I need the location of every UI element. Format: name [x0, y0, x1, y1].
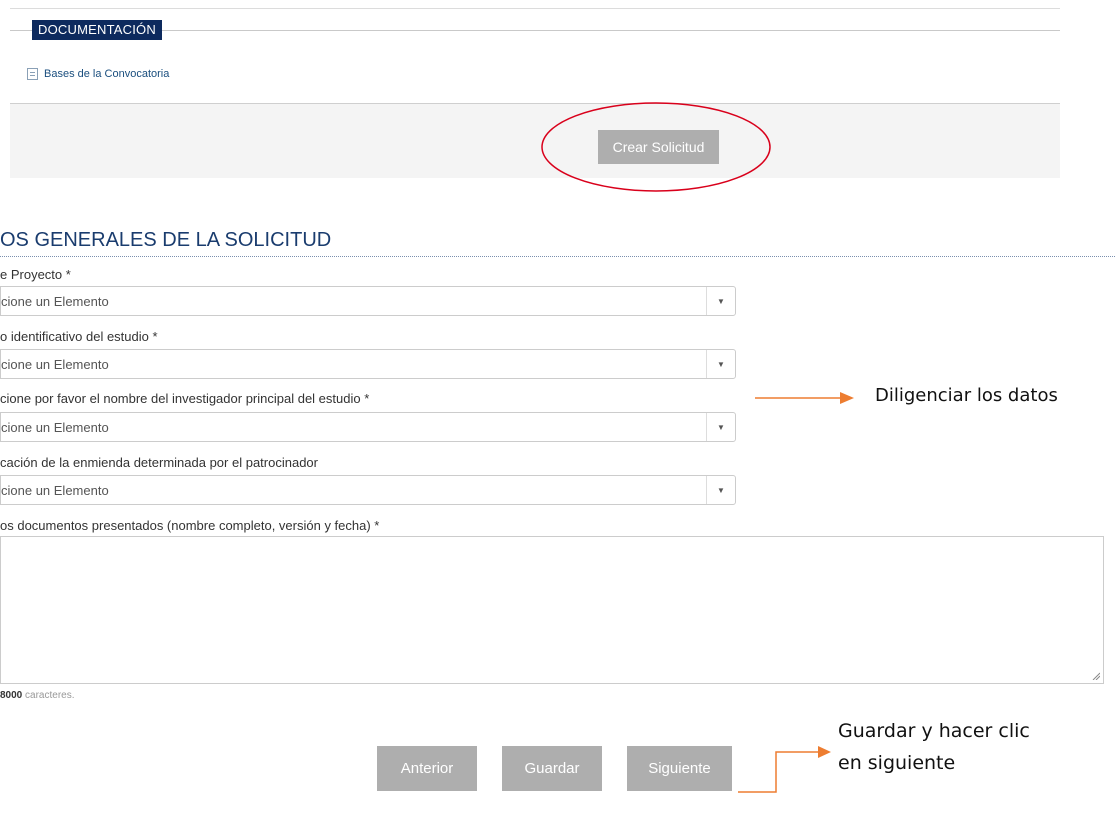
save-next-annotation-line1: Guardar y hacer clic	[838, 720, 1030, 742]
link-label: Bases de la Convocatoria	[44, 68, 170, 80]
chevron-down-icon[interactable]: ▼	[706, 350, 735, 378]
save-button[interactable]: Guardar	[502, 746, 602, 791]
fill-data-annotation: Diligenciar los datos	[875, 385, 1058, 406]
right-arrow-icon	[755, 392, 854, 404]
documents-textarea[interactable]	[0, 536, 1104, 684]
divider	[10, 8, 1060, 9]
principal-investigator-select[interactable]: cione un Elemento ▼	[0, 412, 736, 442]
document-icon	[27, 68, 38, 80]
char-limit: 8000	[0, 690, 23, 701]
form-section-title: OS GENERALES DE LA SOLICITUD	[0, 229, 332, 251]
section-header-line	[10, 30, 1060, 31]
char-counter: 8000 caracteres.	[0, 690, 75, 701]
documentation-header: DOCUMENTACIÓN	[32, 20, 162, 40]
documents-label: os documentos presentados (nombre comple…	[0, 518, 380, 533]
select-value: cione un Elemento	[1, 420, 109, 435]
next-button[interactable]: Siguiente	[627, 746, 732, 791]
previous-button[interactable]: Anterior	[377, 746, 477, 791]
bases-convocatoria-link[interactable]: Bases de la Convocatoria	[27, 68, 169, 80]
save-next-annotation-line2: en siguiente	[838, 752, 956, 774]
study-id-select[interactable]: cione un Elemento ▼	[0, 349, 736, 379]
char-suffix: caracteres.	[25, 690, 75, 701]
amendment-classification-select[interactable]: cione un Elemento ▼	[0, 475, 736, 505]
section-underline	[0, 256, 1115, 257]
study-id-label: o identificativo del estudio *	[0, 329, 158, 344]
amendment-classification-label: cación de la enmienda determinada por el…	[0, 455, 318, 470]
principal-investigator-label: cione por favor el nombre del investigad…	[0, 391, 370, 406]
highlight-ellipse	[541, 102, 771, 192]
documentation-footer	[10, 104, 1060, 178]
documentation-panel: DOCUMENTACIÓN Bases de la Convocatoria	[10, 0, 1060, 178]
elbow-arrow-icon	[738, 746, 831, 793]
chevron-down-icon[interactable]: ▼	[706, 287, 735, 315]
select-value: cione un Elemento	[1, 483, 109, 498]
chevron-down-icon[interactable]: ▼	[706, 413, 735, 441]
select-value: cione un Elemento	[1, 357, 109, 372]
resize-handle-icon[interactable]	[1092, 672, 1100, 680]
project-type-select[interactable]: cione un Elemento ▼	[0, 286, 736, 316]
project-type-label: e Proyecto *	[0, 267, 71, 282]
select-value: cione un Elemento	[1, 294, 109, 309]
chevron-down-icon[interactable]: ▼	[706, 476, 735, 504]
